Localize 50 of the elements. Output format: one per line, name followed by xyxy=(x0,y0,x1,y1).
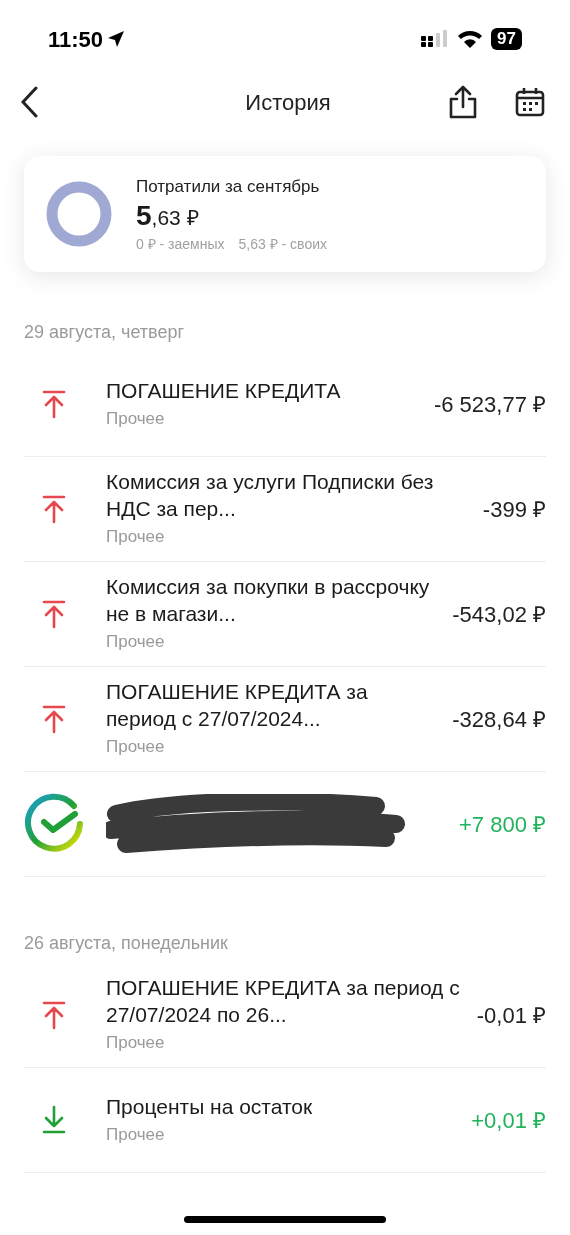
transaction-amount: -0,01 ₽ xyxy=(476,1001,546,1030)
transaction-row[interactable]: Проценты на остаток Прочее +0,01 ₽ xyxy=(24,1068,546,1173)
arrow-up-icon xyxy=(41,599,67,629)
back-chevron-icon xyxy=(20,86,38,118)
transaction-row[interactable]: Комиссия за покупки в рассрочку не в магази... Прочее -543,02 ₽ xyxy=(24,562,546,667)
date-header: 26 августа, понедельник xyxy=(24,931,228,955)
transaction-category: Прочее xyxy=(106,407,166,430)
calendar-icon xyxy=(515,87,545,117)
transaction-row[interactable]: ПОГАШЕНИЕ КРЕДИТА Прочее -6 523,77 ₽ xyxy=(24,352,546,457)
borrowed-amount: 0 ₽ - заемных xyxy=(136,234,225,254)
arrow-up-icon xyxy=(41,704,67,734)
wifi-icon xyxy=(457,30,484,48)
transaction-amount: -543,02 ₽ xyxy=(452,600,546,629)
own-amount: 5,63 ₽ - своих xyxy=(238,234,327,254)
transaction-row[interactable]: Комиссия за услуги Подписки без НДС за пер... Прочее -399 ₽ xyxy=(24,457,546,562)
transaction-title: Проценты на остаток xyxy=(106,1093,314,1120)
transaction-amount: -399 ₽ xyxy=(482,495,546,524)
summary-amount-whole: 5 xyxy=(136,199,152,233)
share-button[interactable] xyxy=(448,84,478,120)
transaction-row[interactable]: ПОГАШЕНИЕ КРЕДИТА за период с 27/07/2024... Прочее -328,64 ₽ xyxy=(24,667,546,772)
location-arrow-icon xyxy=(107,30,126,48)
transaction-category: Прочее xyxy=(106,631,166,654)
summary-title: Потратили за сентябрь xyxy=(136,175,321,198)
transaction-title: ПОГАШЕНИЕ КРЕДИТА xyxy=(106,377,342,404)
transaction-category: Прочее xyxy=(106,736,166,759)
transaction-title: ПОГАШЕНИЕ КРЕДИТА за период с 27/07/2024... xyxy=(106,679,369,733)
transaction-amount: -6 523,77 ₽ xyxy=(433,390,546,419)
transaction-row[interactable]: ПОГАШЕНИЕ КРЕДИТА за период с 27/07/2024 по 26... Прочее -0,01 ₽ xyxy=(24,963,546,1068)
date-header: 29 августа, четверг xyxy=(24,320,184,344)
spending-summary-card[interactable]: Потратили за сентябрь 5,63 ₽ 0 ₽ - заемных 5,63 ₽ - своих xyxy=(24,156,546,272)
arrow-up-icon xyxy=(41,494,67,524)
transaction-title: Комиссия за услуги Подписки без НДС за пер... xyxy=(106,469,435,523)
donut-ring-icon xyxy=(46,181,112,247)
transaction-amount: -328,64 ₽ xyxy=(452,705,546,734)
summary-amount-rest: ,63 ₽ xyxy=(151,205,199,231)
transaction-title: ПОГАШЕНИЕ КРЕДИТА за период с 27/07/2024 по 26... xyxy=(106,975,461,1029)
transaction-category: Прочее xyxy=(106,526,166,549)
arrow-down-icon xyxy=(41,1105,67,1135)
clock-time: 11:50 xyxy=(48,25,104,54)
transaction-category: Прочее xyxy=(106,1123,166,1146)
transaction-amount: +0,01 ₽ xyxy=(471,1106,546,1135)
share-icon xyxy=(448,85,478,119)
transaction-category: Прочее xyxy=(106,1032,166,1055)
arrow-up-icon xyxy=(41,389,67,419)
transaction-title: Комиссия за покупки в рассрочку не в магази... xyxy=(106,574,431,628)
signal-icon xyxy=(421,30,450,48)
arrow-up-icon xyxy=(41,1000,67,1030)
screen-title: История xyxy=(245,88,331,117)
transaction-amount: +7 800 ₽ xyxy=(459,810,546,839)
battery-indicator: 97 xyxy=(491,28,522,50)
